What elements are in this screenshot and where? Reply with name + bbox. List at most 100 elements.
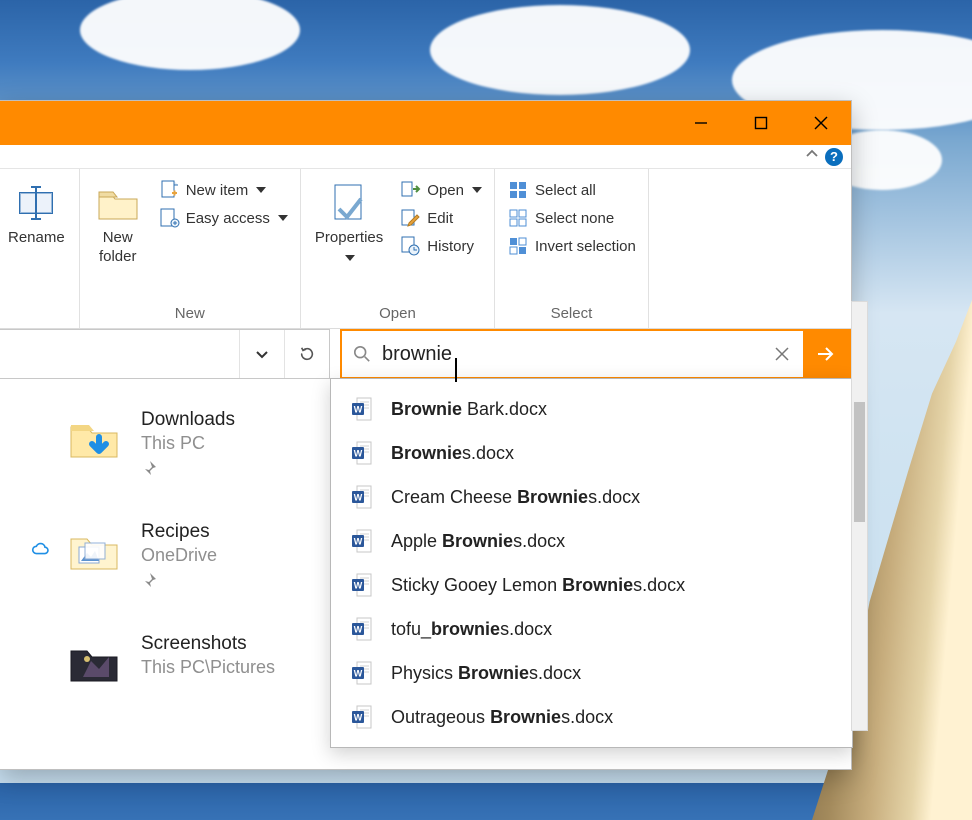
search-suggestion-item[interactable]: W Cream Cheese Brownies.docx (331, 475, 852, 519)
search-input[interactable] (382, 335, 761, 374)
ribbon-toprow: ? (0, 145, 851, 169)
address-dropdown-button[interactable] (239, 330, 284, 378)
properties-icon (325, 179, 373, 227)
svg-text:W: W (354, 713, 363, 723)
folder-item[interactable]: DownloadsThis PC (65, 409, 275, 481)
collapse-ribbon-button[interactable] (805, 147, 819, 166)
group-open-label: Open (313, 301, 482, 328)
suggestion-text: Brownie Bark.docx (391, 399, 547, 420)
rename-label: Rename (8, 229, 65, 248)
open-label: Open (427, 182, 464, 199)
folder-path: This PC (141, 433, 235, 454)
easy-access-button[interactable]: Easy access (158, 207, 288, 229)
search-suggestion-item[interactable]: Wtofu_brownies.docx (331, 607, 852, 651)
invert-selection-button[interactable]: Invert selection (507, 235, 636, 257)
explorer-window: ? Rename New folder (0, 100, 852, 770)
search-suggestion-item[interactable]: W Physics Brownies.docx (331, 651, 852, 695)
chevron-down-icon (345, 250, 355, 267)
word-doc-icon: W (351, 572, 373, 598)
select-all-icon (507, 179, 529, 201)
search-suggestion-item[interactable]: W Sticky Gooey Lemon Brownies.docx (331, 563, 852, 607)
folder-name: Downloads (141, 409, 235, 431)
pin-icon (141, 460, 235, 481)
new-item-button[interactable]: New item (158, 179, 288, 201)
suggestion-text: Apple Brownies.docx (391, 531, 565, 552)
history-icon (399, 235, 421, 257)
search-go-button[interactable] (803, 331, 849, 377)
pin-icon (141, 572, 217, 593)
folder-name: Recipes (141, 521, 217, 543)
properties-button[interactable]: Properties (313, 175, 385, 301)
select-all-label: Select all (535, 182, 596, 199)
folder-item[interactable]: RecipesOneDrive (65, 521, 275, 593)
suggestion-text: Brownies.docx (391, 443, 514, 464)
search-suggestion-item[interactable]: W Brownies.docx (331, 431, 852, 475)
invert-selection-icon (507, 235, 529, 257)
new-folder-button[interactable]: New folder (92, 175, 144, 301)
svg-text:W: W (354, 449, 363, 459)
suggestion-text: Outrageous Brownies.docx (391, 707, 613, 728)
edit-label: Edit (427, 210, 453, 227)
folder-icon (94, 179, 142, 227)
folder-name: Screenshots (141, 633, 275, 655)
text-cursor (455, 358, 457, 382)
word-doc-icon: W (351, 484, 373, 510)
cloud-status-icon (30, 539, 50, 559)
easy-access-label: Easy access (186, 210, 270, 227)
svg-text:W: W (354, 669, 363, 679)
select-none-button[interactable]: Select none (507, 207, 636, 229)
search-suggestions-dropdown: W Brownie Bark.docx W Brownies.docx W Cream C… (330, 378, 853, 748)
folder-path: OneDrive (141, 545, 217, 566)
search-icon (342, 345, 382, 363)
suggestion-text: Physics Brownies.docx (391, 663, 581, 684)
word-doc-icon: W (351, 704, 373, 730)
folder-icon (65, 521, 123, 579)
word-doc-icon: W (351, 396, 373, 422)
chevron-down-icon (278, 210, 288, 227)
folder-icon (65, 409, 123, 467)
folder-path: This PC\Pictures (141, 657, 275, 678)
select-all-button[interactable]: Select all (507, 179, 636, 201)
suggestion-text: Cream Cheese Brownies.docx (391, 487, 640, 508)
search-suggestion-item[interactable]: W Outrageous Brownies.docx (331, 695, 852, 739)
open-button[interactable]: Open (399, 179, 482, 201)
search-suggestion-item[interactable]: WApple Brownies.docx (331, 519, 852, 563)
edit-icon (399, 207, 421, 229)
edit-button[interactable]: Edit (399, 207, 482, 229)
folder-icon (65, 633, 123, 691)
ribbon: Rename New folder New item (0, 169, 851, 329)
search-suggestion-item[interactable]: W Brownie Bark.docx (331, 387, 852, 431)
easy-access-icon (158, 207, 180, 229)
history-label: History (427, 238, 474, 255)
svg-text:W: W (354, 581, 363, 591)
open-icon (399, 179, 421, 201)
word-doc-icon: W (351, 660, 373, 686)
scrollbar-thumb[interactable] (854, 402, 865, 522)
titlebar (0, 101, 851, 145)
word-doc-icon: W (351, 440, 373, 466)
svg-text:W: W (354, 493, 363, 503)
maximize-button[interactable] (731, 101, 791, 145)
history-button[interactable]: History (399, 235, 482, 257)
clear-search-button[interactable] (761, 346, 803, 362)
refresh-button[interactable] (284, 330, 329, 378)
rename-button[interactable]: Rename (6, 175, 67, 301)
folder-item[interactable]: ScreenshotsThis PC\Pictures (65, 633, 275, 691)
suggestion-text: tofu_brownies.docx (391, 619, 552, 640)
properties-label: Properties (315, 229, 383, 248)
svg-text:W: W (354, 405, 363, 415)
new-item-label: New item (186, 182, 249, 199)
minimize-button[interactable] (671, 101, 731, 145)
address-bar[interactable] (0, 329, 330, 379)
invert-selection-label: Invert selection (535, 238, 636, 255)
scrollbar[interactable] (851, 301, 868, 731)
word-doc-icon: W (351, 616, 373, 642)
group-select-label: Select (507, 301, 636, 328)
content-area: DownloadsThis PC RecipesOneDrive Screensho… (0, 379, 851, 769)
suggestion-text: Sticky Gooey Lemon Brownies.docx (391, 575, 685, 596)
help-button[interactable]: ? (825, 148, 843, 166)
select-none-icon (507, 207, 529, 229)
search-box (340, 329, 851, 379)
close-button[interactable] (791, 101, 851, 145)
rename-icon (12, 179, 60, 227)
